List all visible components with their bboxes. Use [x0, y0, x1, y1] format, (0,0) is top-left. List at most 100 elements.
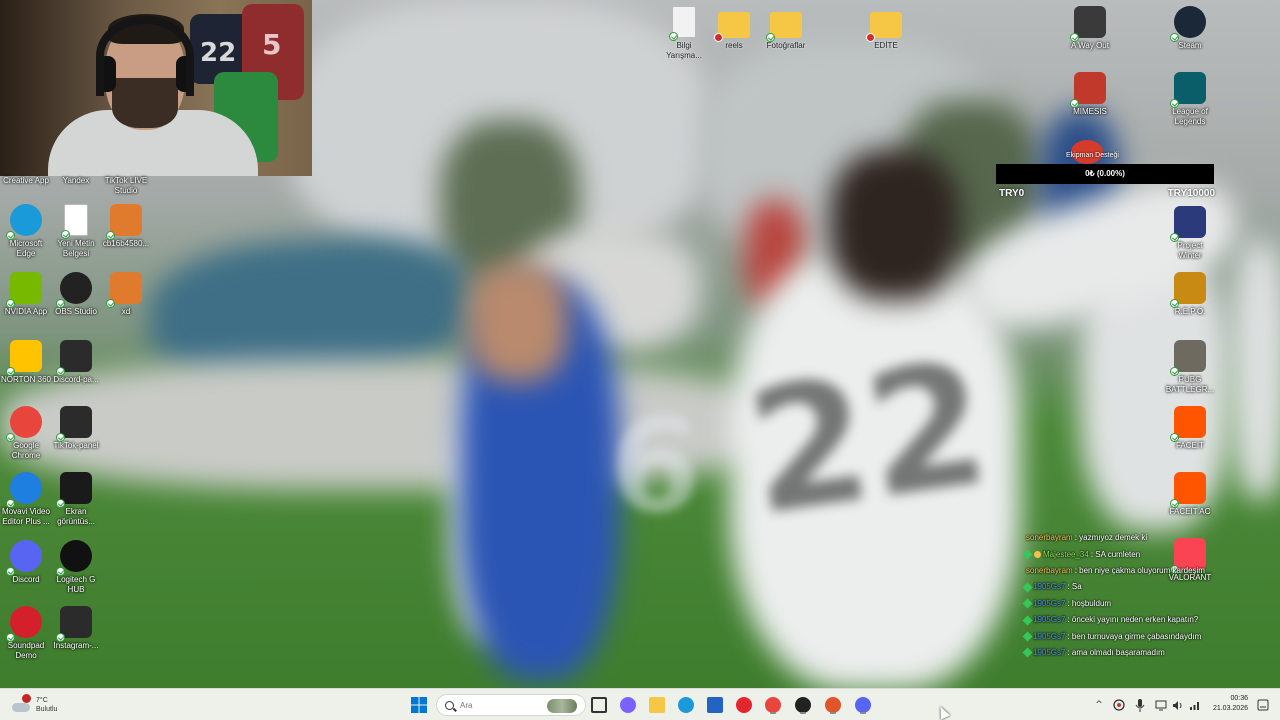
text-document-icon — [669, 6, 696, 41]
clock-date: 21.03.2026 — [1212, 705, 1248, 712]
sync-ok-icon — [56, 633, 65, 642]
desktop-icon-logitech-g-hub[interactable]: Logitech G HUB — [44, 540, 108, 595]
taskbar-chrome[interactable] — [762, 694, 784, 716]
sync-ok-icon — [669, 32, 678, 41]
desktop-icon-pubg-battlegr[interactable]: PUBG BATTLEGR... — [1158, 340, 1222, 395]
weather-widget[interactable]: 7°C Bulutlu — [12, 693, 57, 717]
taskbar-task-view[interactable] — [588, 694, 610, 716]
chat-username: 1905Gs7 — [1033, 615, 1066, 625]
notification-center[interactable] — [1254, 695, 1272, 715]
desktop-icon-tiktok-live-studio[interactable]: TikTok LIVE Studio — [94, 174, 158, 196]
tray-display[interactable] — [1152, 695, 1170, 715]
nvidia-icon — [6, 272, 42, 308]
folder-icon — [714, 12, 750, 42]
search-icon — [445, 700, 454, 710]
yandex-icon — [736, 697, 752, 713]
chat-text: : ben niye çakma oluyorum kardeşim — [1074, 565, 1205, 575]
desktop-icon-instagram[interactable]: Instagram-... — [44, 606, 108, 651]
sync-ok-icon — [6, 299, 15, 308]
task-view-icon — [591, 697, 607, 713]
chat-text: : SA cumleten — [1090, 549, 1141, 559]
image-file-icon — [106, 272, 142, 308]
chrome-icon — [6, 406, 42, 442]
desktop-icon-xd[interactable]: xd — [94, 272, 158, 317]
chat-badge-icon — [1022, 549, 1033, 560]
tiktok-panel-icon — [56, 406, 92, 442]
pubg-icon — [1170, 340, 1206, 376]
taskbar-copilot[interactable] — [617, 694, 639, 716]
taskbar-search[interactable] — [436, 694, 586, 716]
taskbar-yandex[interactable] — [733, 694, 755, 716]
edge-icon — [6, 204, 42, 240]
chrome-icon — [765, 697, 781, 713]
sync-ok-icon — [6, 433, 15, 442]
desktop-icon-a-way-out[interactable]: A Way Out — [1058, 6, 1122, 51]
desktop-icon-ekran-g-r-nt-s[interactable]: Ekran görüntüs... — [44, 472, 108, 527]
obs-icon — [56, 272, 92, 308]
chat-username: 1905Gs7 — [1033, 647, 1066, 657]
sync-ok-icon — [106, 231, 115, 240]
taskbar-clock[interactable]: 00:36 21.03.2026 — [1198, 694, 1248, 714]
taskbar-file-explorer[interactable] — [646, 694, 668, 716]
sync-ok-icon — [6, 367, 15, 376]
project-winter-icon — [1170, 206, 1206, 242]
desktop-icon-label: Steam — [1178, 41, 1202, 50]
taskbar-microsoft-store[interactable] — [704, 694, 726, 716]
tray-overflow[interactable]: ^ — [1090, 695, 1108, 715]
desktop-icon-mimesis[interactable]: MIMESIS — [1058, 72, 1122, 117]
norton-icon — [6, 340, 42, 376]
desktop-icon-league-of-legends[interactable]: League of Legends — [1158, 72, 1222, 127]
taskbar-obs[interactable] — [792, 694, 814, 716]
chat-username: 1905Gs7 — [1033, 598, 1066, 608]
chat-badge-icon — [1022, 598, 1033, 609]
logitech-g-icon — [56, 540, 92, 576]
sync-ok-icon — [6, 567, 15, 576]
sync-ok-icon — [56, 499, 65, 508]
tray-volume[interactable] — [1169, 695, 1187, 715]
folder-icon — [649, 697, 665, 713]
chat-username: 1905Gs7 — [1033, 582, 1066, 592]
sync-ok-icon — [106, 299, 115, 308]
start-button[interactable] — [408, 694, 430, 716]
taskbar-edge[interactable] — [675, 694, 697, 716]
sync-ok-icon — [1070, 99, 1079, 108]
instagram-panel-icon — [56, 606, 92, 642]
desktop-icon-cb16b4580[interactable]: cb16b4580... — [94, 204, 158, 249]
running-indicator — [830, 712, 836, 714]
tray-antivirus[interactable] — [1110, 695, 1128, 715]
image-file-icon — [106, 204, 142, 240]
copilot-icon — [620, 697, 636, 713]
faceit-ac-icon — [1170, 472, 1206, 508]
taskbar-notification-app[interactable] — [822, 694, 844, 716]
chat-badge-icon — [1022, 647, 1033, 658]
sync-ok-icon — [56, 567, 65, 576]
desktop-icon-label: Ekran görüntüs... — [57, 507, 95, 526]
desktop-icon-faceit-ac[interactable]: FACEIT AC — [1158, 472, 1222, 517]
running-indicator — [860, 712, 866, 714]
sync-ok-icon — [56, 299, 65, 308]
desktop-icon-label: League of Legends — [1172, 107, 1208, 126]
sync-ok-icon — [1170, 233, 1179, 242]
desktop-icon-foto-raflar[interactable]: Fotoğraflar — [754, 6, 818, 51]
desktop-icon-r-e-p-o[interactable]: R.E.P.O. — [1158, 272, 1222, 317]
chat-text: : önceki yayını neden erken kapatın? — [1067, 615, 1199, 625]
desktop-icon-steam[interactable]: Steam — [1158, 6, 1222, 51]
cloudy-weather-icon — [12, 694, 32, 712]
desktop-icon-faceit[interactable]: FACEIT — [1158, 406, 1222, 451]
desktop-icon-edi-te[interactable]: EDİTE — [854, 6, 918, 51]
desktop-icon-tiktok-panel[interactable]: TikTok-panel — [44, 406, 108, 451]
chat-text: : hoşbuldum — [1067, 598, 1112, 608]
sync-ok-icon — [1070, 33, 1079, 42]
search-input[interactable] — [460, 700, 530, 710]
desktop-icon-discord-pa[interactable]: Discord-pa... — [44, 340, 108, 385]
store-icon — [707, 697, 723, 713]
desktop-icon-project-winter[interactable]: Project Winter — [1158, 206, 1222, 261]
tray-microphone[interactable] — [1131, 695, 1149, 715]
discord-icon — [855, 697, 871, 713]
soundpad-icon — [6, 606, 42, 642]
taskbar-discord[interactable] — [852, 694, 874, 716]
chat-message: 1905Gs7: hoşbuldum — [1020, 596, 1270, 612]
chat-message: Majestee_34: SA cumleten — [1020, 546, 1270, 562]
desktop-icon-label: TikTok LIVE Studio — [104, 176, 148, 195]
steam-icon — [1170, 6, 1206, 42]
